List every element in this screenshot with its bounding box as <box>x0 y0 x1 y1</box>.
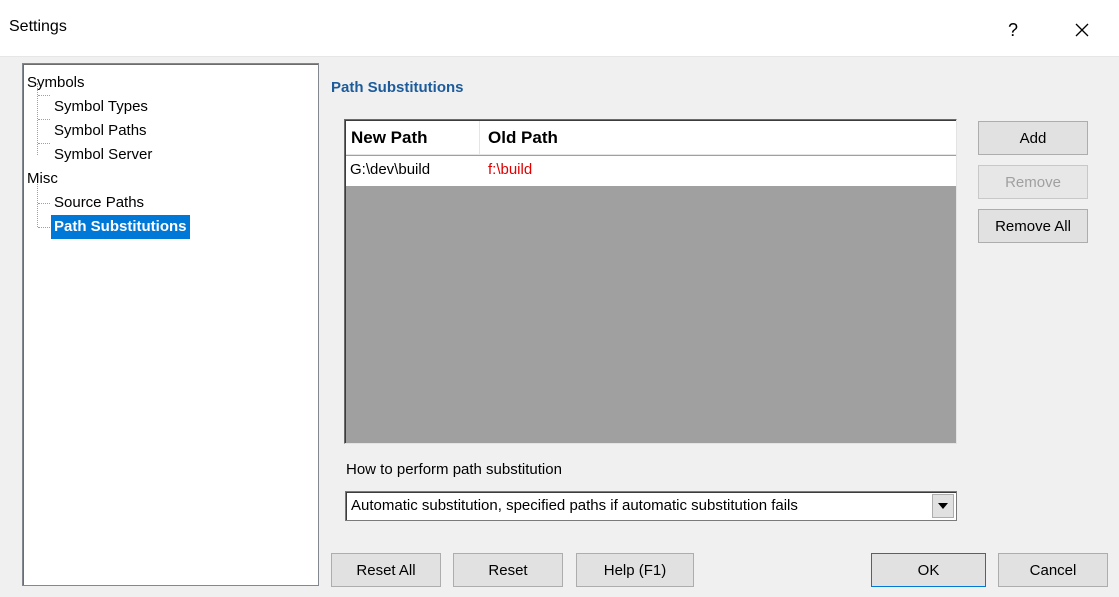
tree-item-misc[interactable]: Misc <box>27 167 58 191</box>
settings-tree[interactable]: Symbols Symbol Types Symbol Paths Symbol… <box>22 63 319 586</box>
table-row[interactable]: G:\dev\build f:\build <box>346 156 956 186</box>
remove-button[interactable]: Remove <box>978 165 1088 199</box>
old-path-cell: f:\build <box>488 161 533 178</box>
column-header-new-path[interactable]: New Path <box>346 121 480 155</box>
new-path-cell: G:\dev\build <box>350 161 431 178</box>
ok-button[interactable]: OK <box>871 553 986 587</box>
reset-button[interactable]: Reset <box>453 553 563 587</box>
dialog-body: Symbols Symbol Types Symbol Paths Symbol… <box>0 57 1119 597</box>
tree-item-path-substitutions[interactable]: Path Substitutions <box>51 215 190 239</box>
tree-item-symbol-types[interactable]: Symbol Types <box>54 95 148 119</box>
remove-all-button[interactable]: Remove All <box>978 209 1088 243</box>
help-button[interactable]: ? <box>990 10 1036 50</box>
column-header-old-path[interactable]: Old Path <box>480 121 956 155</box>
help-f1-button[interactable]: Help (F1) <box>576 553 694 587</box>
substitution-mode-value: Automatic substitution, specified paths … <box>351 497 798 514</box>
dropdown-button[interactable] <box>932 494 954 518</box>
page-title: Path Substitutions <box>331 79 464 96</box>
tree-item-symbols[interactable]: Symbols <box>27 71 85 95</box>
substitution-mode-select[interactable]: Automatic substitution, specified paths … <box>345 491 957 521</box>
tree-item-source-paths[interactable]: Source Paths <box>54 191 144 215</box>
substitution-mode-label: How to perform path substitution <box>346 461 562 478</box>
title-bar: Settings ? <box>0 0 1119 57</box>
tree-item-symbol-server[interactable]: Symbol Server <box>54 143 152 167</box>
window-title: Settings <box>9 18 67 35</box>
reset-all-button[interactable]: Reset All <box>331 553 441 587</box>
close-button[interactable] <box>1059 10 1105 50</box>
close-icon <box>1075 23 1089 37</box>
chevron-down-icon <box>938 503 948 509</box>
add-button[interactable]: Add <box>978 121 1088 155</box>
tree-item-symbol-paths[interactable]: Symbol Paths <box>54 119 147 143</box>
cancel-button[interactable]: Cancel <box>998 553 1108 587</box>
list-header: New Path Old Path <box>346 121 956 155</box>
path-substitution-list[interactable]: New Path Old Path G:\dev\build f:\build <box>344 119 957 444</box>
